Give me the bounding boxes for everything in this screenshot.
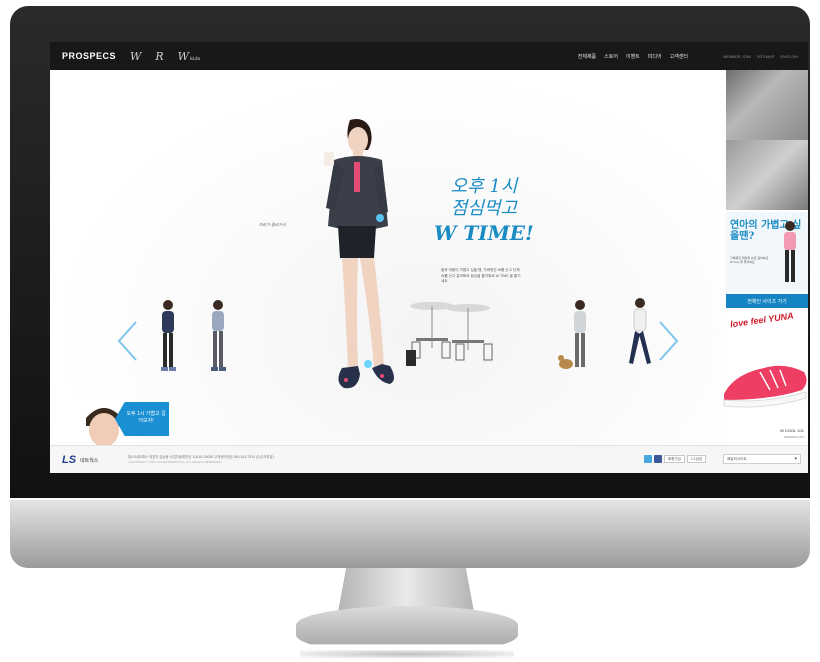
chevron-down-icon: ▾ xyxy=(794,456,797,462)
social-links xyxy=(644,455,662,463)
monitor-neck xyxy=(338,568,474,612)
shoe-ad-lettering: love feel YUNA xyxy=(729,310,795,330)
right-sidebar: 연아의 가볍고 싶을땐? 가벼워진 워킹화 W로 걸어봐요 W time 을 즐… xyxy=(723,70,808,445)
page-footer: LS 네트웍스 ㈜LS네트웍스 대표자 김승동 사업자등록번호 116-81-0… xyxy=(50,445,808,473)
promo-button[interactable]: 전체인 사이즈 가기 xyxy=(726,294,808,308)
family-site-select[interactable]: 패밀리사이트 ▾ xyxy=(723,454,801,464)
woman-with-dog-figure xyxy=(558,300,586,369)
promo-subtitle: 가벼워진 워킹화 W로 걸어봐요 W time 을 즐겨봐요 xyxy=(730,256,769,264)
sub-brand-w-kids-mark: W xyxy=(177,49,189,63)
hero-body-text: 몸과 마음이 가볍고 싶을 땐, 가벼워진 W를 신고 단체 W를 신고 걸어봐… xyxy=(441,268,521,283)
prev-arrow-icon[interactable] xyxy=(116,320,138,362)
cafe-tables-illustration xyxy=(406,302,493,366)
stage: PROSPECS W R Wkids 전체제품 스토어 이벤트 미디어 고객센터… xyxy=(0,0,820,662)
headline-line-1: 오후 1시 xyxy=(450,176,518,197)
headline-line-2: 점심먹고 xyxy=(450,198,518,219)
main-nav: 전체제품 스토어 이벤트 미디어 고객센터 xyxy=(578,42,688,70)
nav-item-event[interactable]: 이벤트 xyxy=(626,53,640,60)
hero-banner: 따라가 올라가시 오후 1시 점심먹고 W TIME! 몸과 마음이 가볍고 싶… xyxy=(50,70,726,473)
sub-brand-w-logo[interactable]: W xyxy=(130,50,141,63)
english-link[interactable]: ENGLISH xyxy=(780,54,798,59)
walking-woman-figure xyxy=(211,300,226,371)
sub-brand-w-kids-logo[interactable]: Wkids xyxy=(178,50,201,63)
ls-networks-logo[interactable]: LS xyxy=(62,454,76,466)
twitter-icon[interactable] xyxy=(644,455,652,463)
callout-bubble: 오후 1시 가볍고 걸어보자! xyxy=(115,402,169,436)
hero-headline: 오후 1시 점심먹고 W TIME! xyxy=(434,176,534,246)
facebook-icon[interactable] xyxy=(654,455,662,463)
member-join-link[interactable]: MEMBER JOIN xyxy=(723,54,751,59)
monitor-base xyxy=(296,606,518,645)
sidebar-thumbnail-walking[interactable] xyxy=(726,70,808,140)
walking-woman-figure xyxy=(161,300,176,371)
top-navigation-bar: PROSPECS W R Wkids 전체제품 스토어 이벤트 미디어 고객센터… xyxy=(50,42,808,70)
browser-screen: PROSPECS W R Wkids 전체제품 스토어 이벤트 미디어 고객센터… xyxy=(50,42,808,473)
pink-shoe-image xyxy=(723,365,807,408)
nav-item-store[interactable]: 스토어 xyxy=(604,53,618,60)
sidebar-promo-card[interactable]: 연아의 가볍고 싶을땐? 가벼워진 워킹화 W로 걸어봐요 W time 을 즐… xyxy=(726,212,808,294)
headline-line-3: W TIME! xyxy=(434,221,534,245)
monitor-base-shadow xyxy=(300,650,514,658)
shoe-model-code: PWM0902-031 xyxy=(783,435,804,439)
main-model-figure xyxy=(324,119,394,389)
ls-networks-sub: 네트웍스 xyxy=(80,458,99,464)
util-nav: MEMBER JOIN SITEMAP ENGLISH xyxy=(723,42,798,70)
prospecs-logo[interactable]: PROSPECS xyxy=(62,51,116,61)
scribble-note: 따라가 올라가시 xyxy=(259,222,286,227)
sitemap-link[interactable]: SITEMAP xyxy=(757,54,775,59)
join-button[interactable]: 회원가입 xyxy=(664,455,685,463)
footer-buttons: 회원가입 1:1상담 xyxy=(664,455,707,463)
nav-item-media[interactable]: 미디어 xyxy=(648,53,662,60)
company-info: ㈜LS네트웍스 대표자 김승동 사업자등록번호 116-81-03095 고객센… xyxy=(128,455,274,459)
monitor-chin xyxy=(10,498,810,568)
sub-brand-kids-label: kids xyxy=(189,55,201,62)
promo-model-figure xyxy=(784,221,796,282)
shoe-ad[interactable]: love feel YUNA W COOL 101 PWM0902-031 xyxy=(723,308,808,445)
nav-item-products[interactable]: 전체제품 xyxy=(578,53,596,60)
shoe-model-name: W COOL 101 xyxy=(780,428,804,433)
jogging-woman-figure xyxy=(629,298,651,364)
family-site-label: 패밀리사이트 xyxy=(727,457,747,461)
sub-brand-r-logo[interactable]: R xyxy=(155,50,163,63)
copyright-text: COPYRIGHT © 2011 LS NETWORKS INC. ALL RI… xyxy=(128,460,222,464)
consult-button[interactable]: 1:1상담 xyxy=(686,455,707,463)
nav-item-support[interactable]: 고객센터 xyxy=(670,53,688,60)
monitor: PROSPECS W R Wkids 전체제품 스토어 이벤트 미디어 고객센터… xyxy=(10,6,810,568)
sidebar-thumbnail-model[interactable] xyxy=(726,140,808,210)
next-arrow-icon[interactable] xyxy=(658,320,680,362)
